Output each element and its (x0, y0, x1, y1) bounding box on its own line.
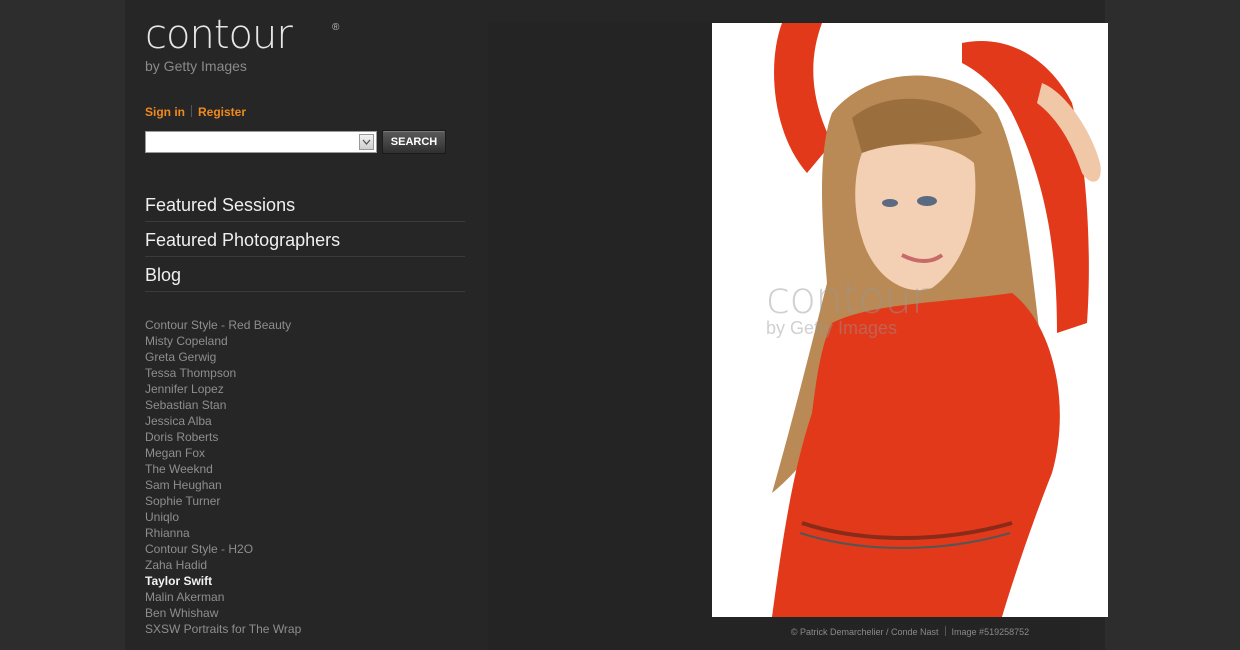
search-input[interactable] (146, 132, 356, 152)
session-link[interactable]: Uniqlo (145, 509, 301, 525)
nav-featured-photographers[interactable]: Featured Photographers (145, 222, 465, 257)
auth-links: Sign in Register (145, 105, 246, 119)
session-link[interactable]: Jennifer Lopez (145, 381, 301, 397)
session-link[interactable]: Sophie Turner (145, 493, 301, 509)
sign-in-link[interactable]: Sign in (145, 105, 185, 119)
photo-panel: contour by Getty Images © Patrick Demarc… (488, 22, 1108, 650)
watermark-wordmark: contour (766, 273, 929, 324)
chevron-down-icon (362, 139, 371, 145)
session-link[interactable]: Doris Roberts (145, 429, 301, 445)
session-link[interactable]: Greta Gerwig (145, 349, 301, 365)
session-link[interactable]: Malin Akerman (145, 589, 301, 605)
session-link[interactable]: Zaha Hadid (145, 557, 301, 573)
nav-featured-sessions[interactable]: Featured Sessions (145, 187, 465, 222)
session-link[interactable]: The Weeknd (145, 461, 301, 477)
photo-caption: © Patrick Demarchelier / Conde Nast Image… (712, 626, 1108, 637)
page-container: contour ® by Getty Images Sign in Registe… (125, 0, 1108, 650)
search-dropdown-button[interactable] (359, 134, 374, 150)
auth-divider (191, 105, 192, 117)
session-link[interactable]: Misty Copeland (145, 333, 301, 349)
logo-subtitle: by Getty Images (145, 58, 247, 74)
nav-blog[interactable]: Blog (145, 257, 465, 292)
session-link[interactable]: Contour Style - Red Beauty (145, 317, 301, 333)
register-link[interactable]: Register (198, 105, 246, 119)
session-link[interactable]: Ben Whishaw (145, 605, 301, 621)
session-link[interactable]: Sebastian Stan (145, 397, 301, 413)
session-link[interactable]: Jessica Alba (145, 413, 301, 429)
photo-credit: © Patrick Demarchelier / Conde Nast (790, 627, 939, 637)
session-link[interactable]: Taylor Swift (145, 573, 301, 589)
session-link[interactable]: Sam Heughan (145, 477, 301, 493)
sessions-list: Contour Style - Red Beauty Misty Copeland… (145, 317, 301, 637)
search-button[interactable]: SEARCH (382, 130, 446, 154)
sidebar: contour ® by Getty Images Sign in Registe… (125, 0, 485, 650)
left-backdrop (0, 0, 125, 650)
watermark: contour by Getty Images (766, 273, 929, 339)
image-number: Image #519258752 (951, 627, 1030, 637)
session-link[interactable]: Contour Style - H2O (145, 541, 301, 557)
session-link[interactable]: Tessa Thompson (145, 365, 301, 381)
registered-mark: ® (332, 22, 340, 33)
logo-wordmark: contour (145, 12, 293, 58)
session-link[interactable]: Rhianna (145, 525, 301, 541)
main-nav: Featured Sessions Featured Photographers… (145, 187, 465, 292)
right-backdrop (1105, 0, 1240, 650)
session-link[interactable]: SXSW Portraits for The Wrap (145, 621, 301, 637)
featured-photo[interactable]: contour by Getty Images (712, 23, 1108, 617)
session-link[interactable]: Megan Fox (145, 445, 301, 461)
contour-logo[interactable]: contour ® by Getty Images (145, 12, 345, 78)
caption-divider (944, 626, 946, 636)
search-box (145, 131, 377, 153)
